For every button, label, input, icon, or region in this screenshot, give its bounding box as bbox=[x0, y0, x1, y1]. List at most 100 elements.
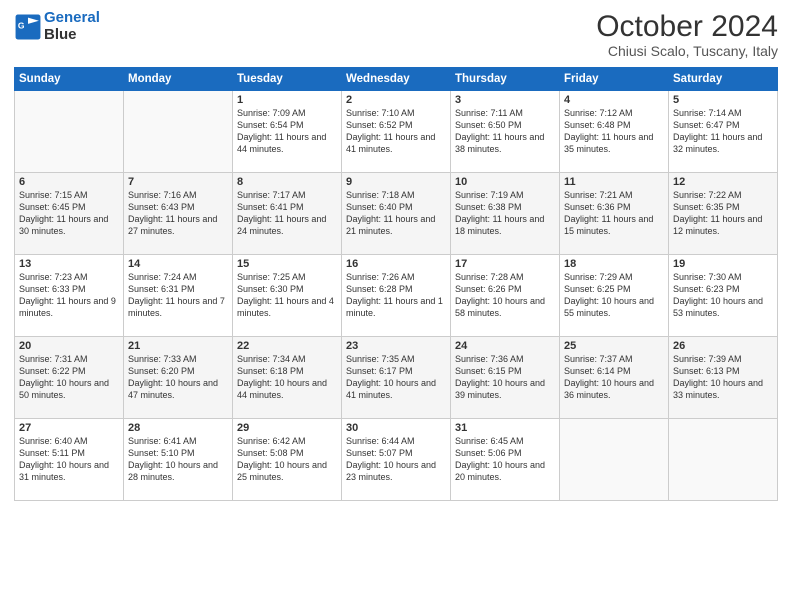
day-details: Sunrise: 7:29 AM Sunset: 6:25 PM Dayligh… bbox=[564, 271, 664, 320]
day-number: 11 bbox=[564, 176, 664, 188]
calendar-cell: 3Sunrise: 7:11 AM Sunset: 6:50 PM Daylig… bbox=[451, 91, 560, 173]
day-details: Sunrise: 7:25 AM Sunset: 6:30 PM Dayligh… bbox=[237, 271, 337, 320]
day-details: Sunrise: 7:12 AM Sunset: 6:48 PM Dayligh… bbox=[564, 107, 664, 156]
day-details: Sunrise: 7:33 AM Sunset: 6:20 PM Dayligh… bbox=[128, 353, 228, 402]
calendar-cell: 30Sunrise: 6:44 AM Sunset: 5:07 PM Dayli… bbox=[342, 419, 451, 501]
day-number: 12 bbox=[673, 176, 773, 188]
header-row: SundayMondayTuesdayWednesdayThursdayFrid… bbox=[15, 68, 778, 91]
day-number: 28 bbox=[128, 422, 228, 434]
calendar-cell: 17Sunrise: 7:28 AM Sunset: 6:26 PM Dayli… bbox=[451, 255, 560, 337]
logo-text: General Blue bbox=[44, 10, 100, 43]
day-details: Sunrise: 7:30 AM Sunset: 6:23 PM Dayligh… bbox=[673, 271, 773, 320]
day-details: Sunrise: 6:44 AM Sunset: 5:07 PM Dayligh… bbox=[346, 435, 446, 484]
calendar-cell: 10Sunrise: 7:19 AM Sunset: 6:38 PM Dayli… bbox=[451, 173, 560, 255]
calendar-cell bbox=[15, 91, 124, 173]
month-title: October 2024 bbox=[596, 10, 778, 43]
day-details: Sunrise: 7:28 AM Sunset: 6:26 PM Dayligh… bbox=[455, 271, 555, 320]
day-number: 2 bbox=[346, 94, 446, 106]
day-number: 26 bbox=[673, 340, 773, 352]
calendar-cell: 28Sunrise: 6:41 AM Sunset: 5:10 PM Dayli… bbox=[124, 419, 233, 501]
calendar-cell: 29Sunrise: 6:42 AM Sunset: 5:08 PM Dayli… bbox=[233, 419, 342, 501]
day-details: Sunrise: 6:40 AM Sunset: 5:11 PM Dayligh… bbox=[19, 435, 119, 484]
day-number: 20 bbox=[19, 340, 119, 352]
day-details: Sunrise: 7:35 AM Sunset: 6:17 PM Dayligh… bbox=[346, 353, 446, 402]
day-details: Sunrise: 7:14 AM Sunset: 6:47 PM Dayligh… bbox=[673, 107, 773, 156]
day-number: 25 bbox=[564, 340, 664, 352]
logo-icon: G bbox=[14, 13, 42, 41]
day-number: 24 bbox=[455, 340, 555, 352]
day-number: 18 bbox=[564, 258, 664, 270]
day-details: Sunrise: 7:31 AM Sunset: 6:22 PM Dayligh… bbox=[19, 353, 119, 402]
week-row-2: 6Sunrise: 7:15 AM Sunset: 6:45 PM Daylig… bbox=[15, 173, 778, 255]
day-number: 4 bbox=[564, 94, 664, 106]
day-number: 15 bbox=[237, 258, 337, 270]
day-number: 19 bbox=[673, 258, 773, 270]
day-header-tuesday: Tuesday bbox=[233, 68, 342, 91]
calendar-cell: 13Sunrise: 7:23 AM Sunset: 6:33 PM Dayli… bbox=[15, 255, 124, 337]
day-number: 9 bbox=[346, 176, 446, 188]
calendar-cell bbox=[669, 419, 778, 501]
calendar-cell: 16Sunrise: 7:26 AM Sunset: 6:28 PM Dayli… bbox=[342, 255, 451, 337]
calendar-page: G General Blue October 2024 Chiusi Scalo… bbox=[0, 0, 792, 612]
day-number: 22 bbox=[237, 340, 337, 352]
calendar-cell: 1Sunrise: 7:09 AM Sunset: 6:54 PM Daylig… bbox=[233, 91, 342, 173]
day-header-thursday: Thursday bbox=[451, 68, 560, 91]
day-details: Sunrise: 7:37 AM Sunset: 6:14 PM Dayligh… bbox=[564, 353, 664, 402]
calendar-cell: 19Sunrise: 7:30 AM Sunset: 6:23 PM Dayli… bbox=[669, 255, 778, 337]
day-header-sunday: Sunday bbox=[15, 68, 124, 91]
day-number: 5 bbox=[673, 94, 773, 106]
week-row-4: 20Sunrise: 7:31 AM Sunset: 6:22 PM Dayli… bbox=[15, 337, 778, 419]
day-number: 21 bbox=[128, 340, 228, 352]
day-details: Sunrise: 7:18 AM Sunset: 6:40 PM Dayligh… bbox=[346, 189, 446, 238]
day-details: Sunrise: 6:45 AM Sunset: 5:06 PM Dayligh… bbox=[455, 435, 555, 484]
calendar-cell: 4Sunrise: 7:12 AM Sunset: 6:48 PM Daylig… bbox=[560, 91, 669, 173]
day-details: Sunrise: 7:39 AM Sunset: 6:13 PM Dayligh… bbox=[673, 353, 773, 402]
day-details: Sunrise: 7:11 AM Sunset: 6:50 PM Dayligh… bbox=[455, 107, 555, 156]
calendar-cell: 18Sunrise: 7:29 AM Sunset: 6:25 PM Dayli… bbox=[560, 255, 669, 337]
calendar-table: SundayMondayTuesdayWednesdayThursdayFrid… bbox=[14, 67, 778, 501]
calendar-cell: 5Sunrise: 7:14 AM Sunset: 6:47 PM Daylig… bbox=[669, 91, 778, 173]
calendar-cell: 31Sunrise: 6:45 AM Sunset: 5:06 PM Dayli… bbox=[451, 419, 560, 501]
day-details: Sunrise: 6:41 AM Sunset: 5:10 PM Dayligh… bbox=[128, 435, 228, 484]
calendar-cell: 6Sunrise: 7:15 AM Sunset: 6:45 PM Daylig… bbox=[15, 173, 124, 255]
logo: G General Blue bbox=[14, 10, 100, 43]
day-details: Sunrise: 7:24 AM Sunset: 6:31 PM Dayligh… bbox=[128, 271, 228, 320]
day-details: Sunrise: 7:17 AM Sunset: 6:41 PM Dayligh… bbox=[237, 189, 337, 238]
day-number: 8 bbox=[237, 176, 337, 188]
day-number: 29 bbox=[237, 422, 337, 434]
day-header-wednesday: Wednesday bbox=[342, 68, 451, 91]
calendar-cell bbox=[124, 91, 233, 173]
calendar-cell: 27Sunrise: 6:40 AM Sunset: 5:11 PM Dayli… bbox=[15, 419, 124, 501]
calendar-cell: 25Sunrise: 7:37 AM Sunset: 6:14 PM Dayli… bbox=[560, 337, 669, 419]
day-number: 17 bbox=[455, 258, 555, 270]
calendar-cell: 11Sunrise: 7:21 AM Sunset: 6:36 PM Dayli… bbox=[560, 173, 669, 255]
day-number: 10 bbox=[455, 176, 555, 188]
calendar-cell bbox=[560, 419, 669, 501]
calendar-cell: 9Sunrise: 7:18 AM Sunset: 6:40 PM Daylig… bbox=[342, 173, 451, 255]
day-header-monday: Monday bbox=[124, 68, 233, 91]
day-number: 31 bbox=[455, 422, 555, 434]
day-number: 13 bbox=[19, 258, 119, 270]
day-number: 7 bbox=[128, 176, 228, 188]
title-block: October 2024 Chiusi Scalo, Tuscany, Ital… bbox=[596, 10, 778, 59]
day-details: Sunrise: 7:36 AM Sunset: 6:15 PM Dayligh… bbox=[455, 353, 555, 402]
day-details: Sunrise: 7:23 AM Sunset: 6:33 PM Dayligh… bbox=[19, 271, 119, 320]
week-row-5: 27Sunrise: 6:40 AM Sunset: 5:11 PM Dayli… bbox=[15, 419, 778, 501]
day-number: 16 bbox=[346, 258, 446, 270]
calendar-cell: 7Sunrise: 7:16 AM Sunset: 6:43 PM Daylig… bbox=[124, 173, 233, 255]
day-details: Sunrise: 7:10 AM Sunset: 6:52 PM Dayligh… bbox=[346, 107, 446, 156]
day-details: Sunrise: 7:21 AM Sunset: 6:36 PM Dayligh… bbox=[564, 189, 664, 238]
calendar-cell: 20Sunrise: 7:31 AM Sunset: 6:22 PM Dayli… bbox=[15, 337, 124, 419]
day-number: 6 bbox=[19, 176, 119, 188]
day-number: 3 bbox=[455, 94, 555, 106]
calendar-cell: 15Sunrise: 7:25 AM Sunset: 6:30 PM Dayli… bbox=[233, 255, 342, 337]
calendar-cell: 14Sunrise: 7:24 AM Sunset: 6:31 PM Dayli… bbox=[124, 255, 233, 337]
day-details: Sunrise: 7:15 AM Sunset: 6:45 PM Dayligh… bbox=[19, 189, 119, 238]
calendar-cell: 26Sunrise: 7:39 AM Sunset: 6:13 PM Dayli… bbox=[669, 337, 778, 419]
calendar-cell: 23Sunrise: 7:35 AM Sunset: 6:17 PM Dayli… bbox=[342, 337, 451, 419]
calendar-cell: 8Sunrise: 7:17 AM Sunset: 6:41 PM Daylig… bbox=[233, 173, 342, 255]
calendar-cell: 12Sunrise: 7:22 AM Sunset: 6:35 PM Dayli… bbox=[669, 173, 778, 255]
calendar-cell: 21Sunrise: 7:33 AM Sunset: 6:20 PM Dayli… bbox=[124, 337, 233, 419]
day-number: 30 bbox=[346, 422, 446, 434]
header: G General Blue October 2024 Chiusi Scalo… bbox=[14, 10, 778, 59]
